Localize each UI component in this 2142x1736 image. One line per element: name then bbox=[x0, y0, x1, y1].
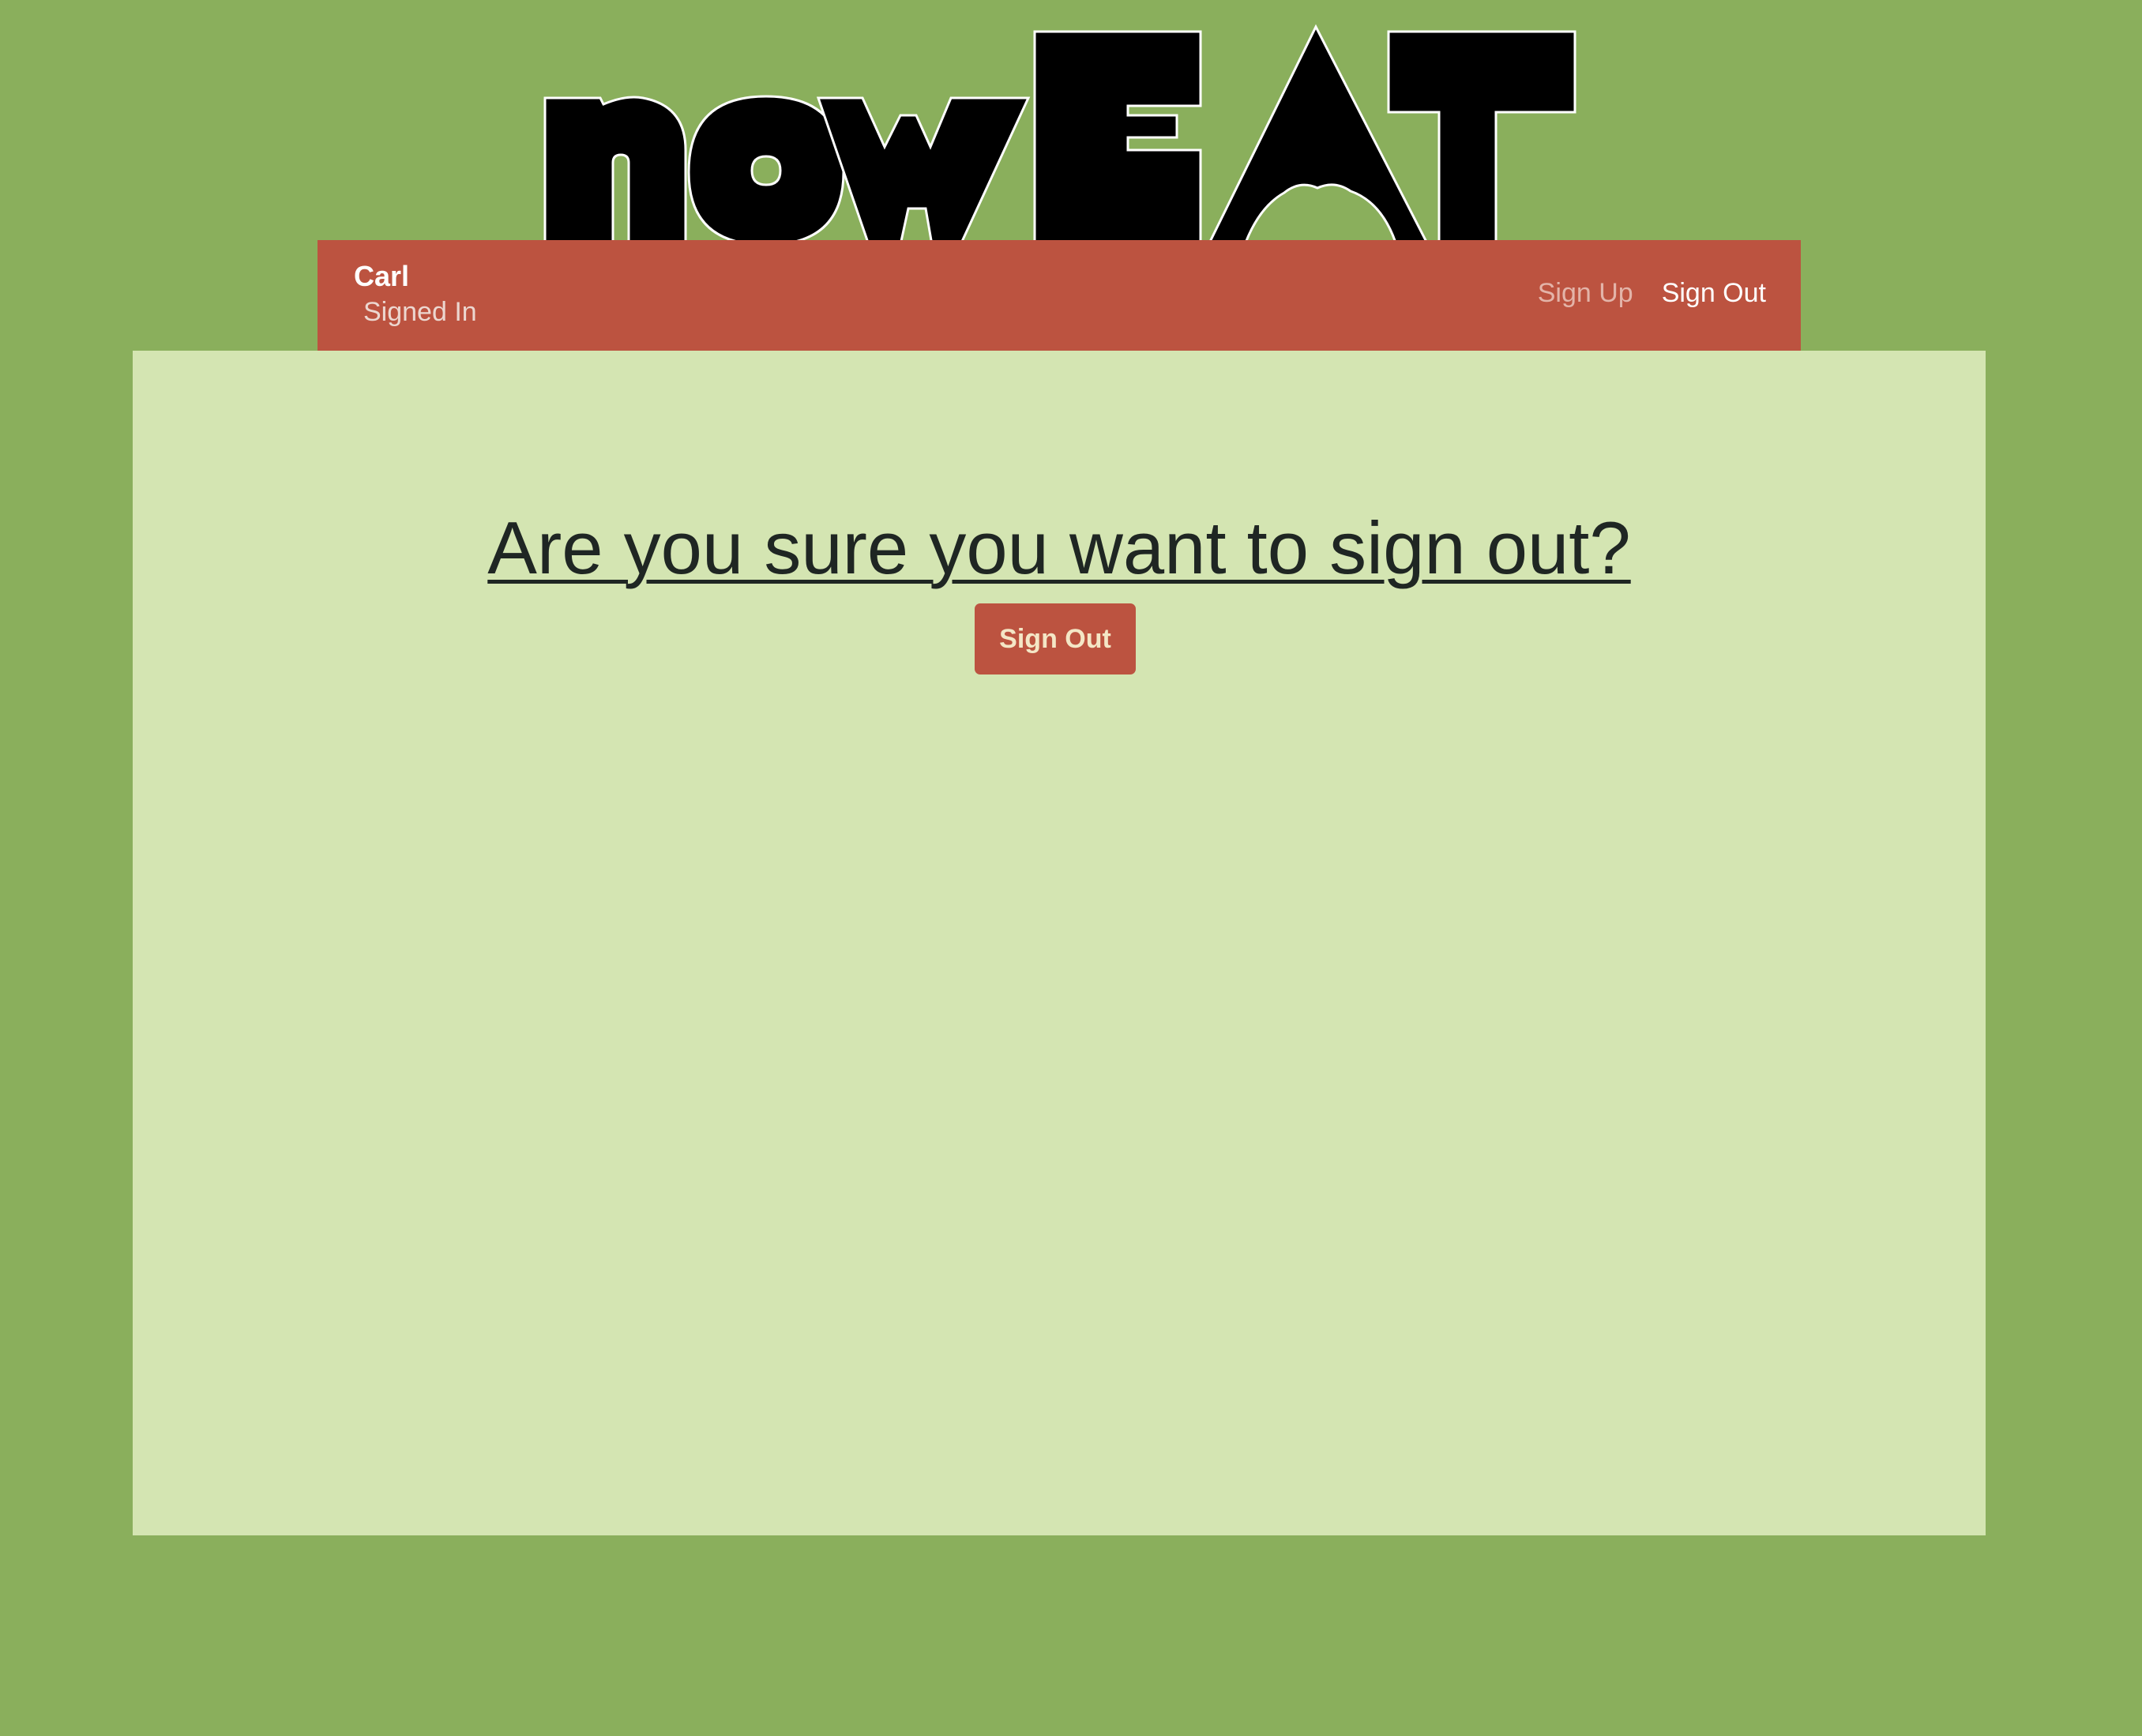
signout-button[interactable]: Sign Out bbox=[975, 603, 1136, 674]
top-navbar: Carl Signed In Sign Up Sign Out bbox=[318, 240, 1801, 351]
nav-signup-link[interactable]: Sign Up bbox=[1538, 276, 1633, 310]
main-content-panel: Are you sure you want to sign out? Sign … bbox=[133, 351, 1986, 1535]
signout-confirm-heading: Are you sure you want to sign out? bbox=[487, 506, 1631, 589]
nav-signout-link[interactable]: Sign Out bbox=[1662, 276, 1766, 310]
nav-links: Sign Up Sign Out bbox=[1538, 276, 1766, 310]
user-status-label: Signed In bbox=[363, 297, 477, 327]
user-name: Carl bbox=[354, 260, 410, 292]
nowEAT-logo bbox=[542, 24, 1580, 242]
